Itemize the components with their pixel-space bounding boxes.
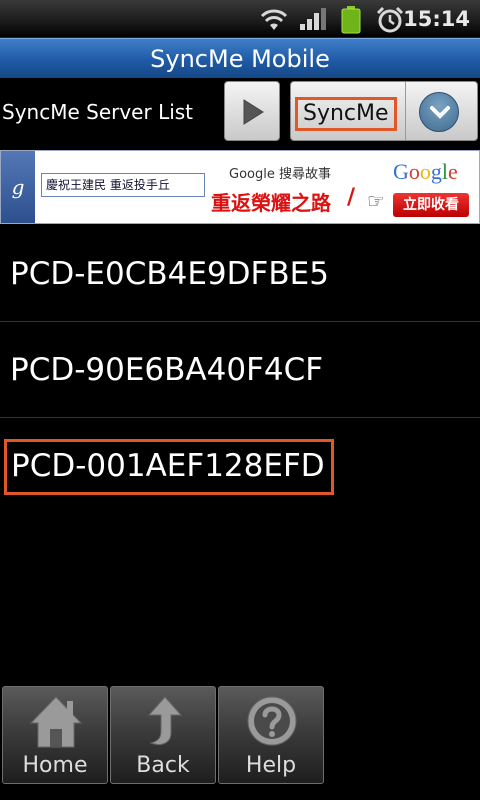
bottom-toolbar: Home Back Help — [0, 686, 326, 786]
app-title: SyncMe Mobile — [150, 45, 330, 73]
server-selector-row: SyncMe Server List SyncMe — [0, 78, 480, 148]
signal-icon — [298, 6, 328, 36]
back-button[interactable]: Back — [110, 686, 216, 784]
battery-icon — [340, 6, 362, 38]
server-dropdown[interactable]: SyncMe — [290, 81, 478, 141]
server-list: PCD-E0CB4E9DFBE5 PCD-90E6BA40F4CF PCD-00… — [0, 226, 480, 514]
play-icon — [243, 99, 264, 125]
google-logo: Google — [393, 159, 458, 184]
server-name: PCD-90E6BA40F4CF — [10, 352, 324, 388]
back-label: Back — [136, 753, 190, 778]
help-icon — [247, 696, 297, 746]
list-item[interactable]: PCD-90E6BA40F4CF — [0, 322, 480, 418]
ad-cta-button[interactable]: 立即收看 — [393, 193, 469, 217]
server-dropdown-value: SyncMe — [295, 97, 397, 131]
server-list-label: SyncMe Server List — [2, 100, 194, 124]
play-button[interactable] — [224, 81, 280, 141]
alarm-icon — [376, 6, 404, 38]
help-label: Help — [245, 753, 297, 778]
server-name: PCD-E0CB4E9DFBE5 — [10, 256, 329, 292]
back-arrow-icon — [147, 696, 183, 746]
help-button[interactable]: Help — [218, 686, 324, 784]
ad-g-logo-icon: g — [1, 151, 35, 223]
home-icon — [29, 696, 83, 748]
app-title-bar: SyncMe Mobile — [0, 38, 480, 78]
server-name: PCD-001AEF128EFD — [4, 439, 334, 495]
dropdown-divider — [405, 82, 406, 140]
list-item[interactable]: PCD-E0CB4E9DFBE5 — [0, 226, 480, 322]
ad-caption: Google 搜尋故事 — [229, 167, 331, 182]
home-label: Home — [22, 753, 88, 778]
list-item[interactable]: PCD-001AEF128EFD — [0, 418, 480, 514]
ad-headline: 重返榮耀之路 — [211, 191, 331, 215]
clock: 15:14 — [403, 7, 470, 31]
ad-banner[interactable]: g 慶祝王建民 重返投手丘 Google 搜尋故事 重返榮耀之路 / ☞ Goo… — [0, 150, 480, 224]
pointing-hand-icon: ☞ — [367, 189, 385, 213]
chevron-down-icon[interactable] — [419, 92, 459, 132]
status-bar: 15:14 — [0, 0, 480, 38]
ad-slash-mark: / — [347, 185, 356, 210]
wifi-icon — [258, 6, 290, 36]
ad-search-box: 慶祝王建民 重返投手丘 — [41, 173, 205, 197]
home-button[interactable]: Home — [2, 686, 108, 784]
